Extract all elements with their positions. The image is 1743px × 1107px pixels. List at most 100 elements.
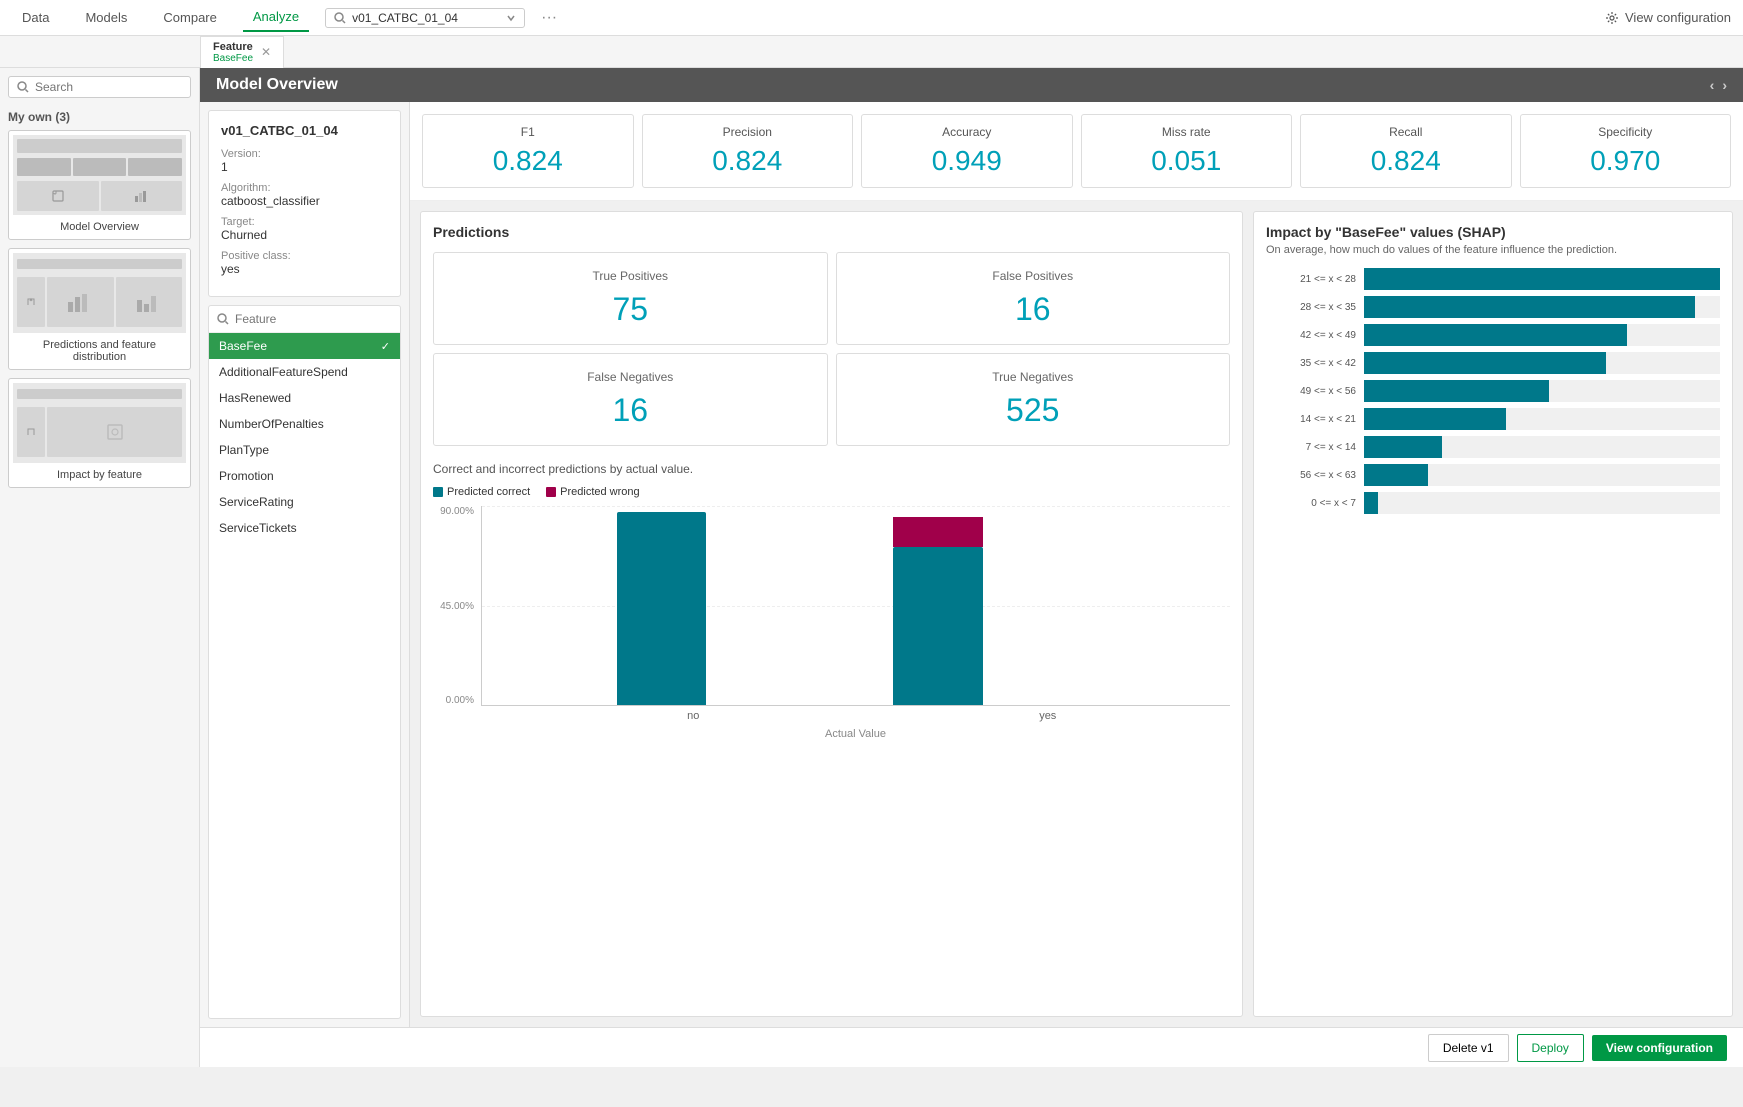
metric-card-recall: Recall0.824: [1300, 114, 1512, 188]
sidebar-section-label: My own (3): [8, 110, 191, 124]
nav-compare[interactable]: Compare: [153, 4, 226, 31]
sheet-card-impact[interactable]: Impact by feature: [8, 378, 191, 488]
sheet-title-impact: Impact by feature: [13, 467, 186, 483]
shap-row: 49 <= x < 56: [1266, 380, 1720, 402]
feature-item-basefee[interactable]: BaseFee✓: [209, 333, 400, 359]
shap-bar-fill: [1364, 324, 1627, 346]
top-navigation: Data Models Compare Analyze v01_CATBC_01…: [0, 0, 1743, 36]
shap-row: 0 <= x < 7: [1266, 492, 1720, 514]
metrics-row: F10.824Precision0.824Accuracy0.949Miss r…: [410, 102, 1743, 201]
feature-item-plantype[interactable]: PlanType: [209, 437, 400, 463]
metric-card-f1: F10.824: [422, 114, 634, 188]
view-config-button[interactable]: View configuration: [1592, 1035, 1727, 1061]
feature-item-numberofpenalties[interactable]: NumberOfPenalties: [209, 411, 400, 437]
model-search[interactable]: v01_CATBC_01_04: [325, 8, 525, 28]
shap-bar-fill: [1364, 296, 1695, 318]
prev-arrow[interactable]: ‹: [1710, 77, 1715, 93]
target-value: Churned: [221, 228, 388, 242]
charts-row: Predictions True Positives75False Positi…: [410, 201, 1743, 1027]
more-button[interactable]: ···: [541, 9, 557, 27]
nav-data[interactable]: Data: [12, 4, 59, 31]
shap-bar-wrap: [1364, 352, 1720, 374]
tab-bar: Feature BaseFee ✕: [0, 36, 1743, 68]
model-overview-title: Model Overview: [216, 76, 338, 94]
feature-search[interactable]: [209, 306, 400, 333]
view-configuration-button[interactable]: View configuration: [1605, 10, 1731, 25]
sidebar-search-input[interactable]: [35, 80, 165, 94]
conf-cell-false-positives: False Positives16: [836, 252, 1231, 345]
main-layout: My own (3) Model Over: [0, 68, 1743, 1067]
shap-label: 35 <= x < 42: [1266, 358, 1356, 369]
shap-label: 7 <= x < 14: [1266, 442, 1356, 453]
next-arrow[interactable]: ›: [1722, 77, 1727, 93]
shap-bar-fill: [1364, 492, 1378, 514]
shap-label: 28 <= x < 35: [1266, 302, 1356, 313]
conf-cell-false-negatives: False Negatives16: [433, 353, 828, 446]
algorithm-value: catboost_classifier: [221, 194, 388, 208]
delete-button[interactable]: Delete v1: [1428, 1034, 1509, 1062]
sidebar-search[interactable]: [8, 76, 191, 98]
shap-bar-fill: [1364, 352, 1606, 374]
bar-chart-2-icon: [137, 292, 161, 312]
search-icon: [334, 12, 346, 24]
target-label: Target:: [221, 216, 388, 228]
feature-list: BaseFee✓AdditionalFeatureSpendHasRenewed…: [209, 333, 400, 541]
shap-bar-wrap: [1364, 296, 1720, 318]
chart-icon: [134, 189, 148, 203]
shap-bar-fill: [1364, 464, 1428, 486]
shap-label: 42 <= x < 49: [1266, 330, 1356, 341]
shap-bar-fill: [1364, 408, 1506, 430]
tab-sublabel: BaseFee: [213, 53, 253, 64]
shap-row: 28 <= x < 35: [1266, 296, 1720, 318]
main-panel: F10.824Precision0.824Accuracy0.949Miss r…: [410, 102, 1743, 1027]
feature-item-hasrenewed[interactable]: HasRenewed: [209, 385, 400, 411]
model-overview-header: Model Overview ‹ ›: [200, 68, 1743, 102]
sheet-card-model-overview[interactable]: Model Overview: [8, 130, 191, 240]
sheet-title-predictions: Predictions and feature distribution: [13, 337, 186, 365]
shap-row: 21 <= x < 28: [1266, 268, 1720, 290]
shap-label: 56 <= x < 63: [1266, 470, 1356, 481]
shap-bar-wrap: [1364, 408, 1720, 430]
nav-models[interactable]: Models: [75, 4, 137, 31]
bar-chart-desc: Correct and incorrect predictions by act…: [433, 462, 1230, 476]
tab-label: Feature: [213, 41, 253, 53]
chevron-down-icon[interactable]: [506, 13, 516, 23]
shap-label: 21 <= x < 28: [1266, 274, 1356, 285]
nav-analyze[interactable]: Analyze: [243, 3, 309, 32]
puzzle-icon-2: [106, 423, 124, 441]
feature-item-servicerating[interactable]: ServiceRating: [209, 489, 400, 515]
conf-cell-true-negatives: True Negatives525: [836, 353, 1231, 446]
metric-card-precision: Precision0.824: [642, 114, 854, 188]
confusion-matrix: True Positives75False Positives16False N…: [433, 252, 1230, 446]
tab-feature-basefee[interactable]: Feature BaseFee ✕: [200, 36, 284, 68]
model-search-value: v01_CATBC_01_04: [352, 11, 458, 25]
deploy-button[interactable]: Deploy: [1517, 1034, 1584, 1062]
shap-bar-fill: [1364, 268, 1720, 290]
shap-bar-fill: [1364, 380, 1549, 402]
predictions-title: Predictions: [433, 224, 1230, 240]
version-value: 1: [221, 160, 388, 174]
feature-item-promotion[interactable]: Promotion: [209, 463, 400, 489]
shap-bar-wrap: [1364, 436, 1720, 458]
bar-legend: Predicted correctPredicted wrong: [433, 486, 1230, 498]
check-icon: ✓: [381, 340, 390, 353]
content-inner: v01_CATBC_01_04 Version: 1 Algorithm: ca…: [200, 102, 1743, 1027]
shap-bar-fill: [1364, 436, 1442, 458]
shap-label: 49 <= x < 56: [1266, 386, 1356, 397]
shap-row: 7 <= x < 14: [1266, 436, 1720, 458]
bar-chart-icon: [68, 292, 92, 312]
shap-bar-wrap: [1364, 324, 1720, 346]
export-icon: [26, 297, 36, 307]
nav-arrows: ‹ ›: [1710, 77, 1727, 93]
sheet-title-model-overview: Model Overview: [13, 219, 186, 235]
shap-bar-wrap: [1364, 464, 1720, 486]
feature-search-input[interactable]: [235, 312, 392, 326]
shap-row: 35 <= x < 42: [1266, 352, 1720, 374]
model-info-card: v01_CATBC_01_04 Version: 1 Algorithm: ca…: [208, 110, 401, 297]
feature-item-additionalfeaturespend[interactable]: AdditionalFeatureSpend: [209, 359, 400, 385]
tab-close-icon[interactable]: ✕: [261, 45, 271, 59]
sheet-card-predictions[interactable]: Predictions and feature distribution: [8, 248, 191, 370]
feature-item-servicetickets[interactable]: ServiceTickets: [209, 515, 400, 541]
conf-cell-true-positives: True Positives75: [433, 252, 828, 345]
sidebar-search-icon: [17, 81, 29, 93]
